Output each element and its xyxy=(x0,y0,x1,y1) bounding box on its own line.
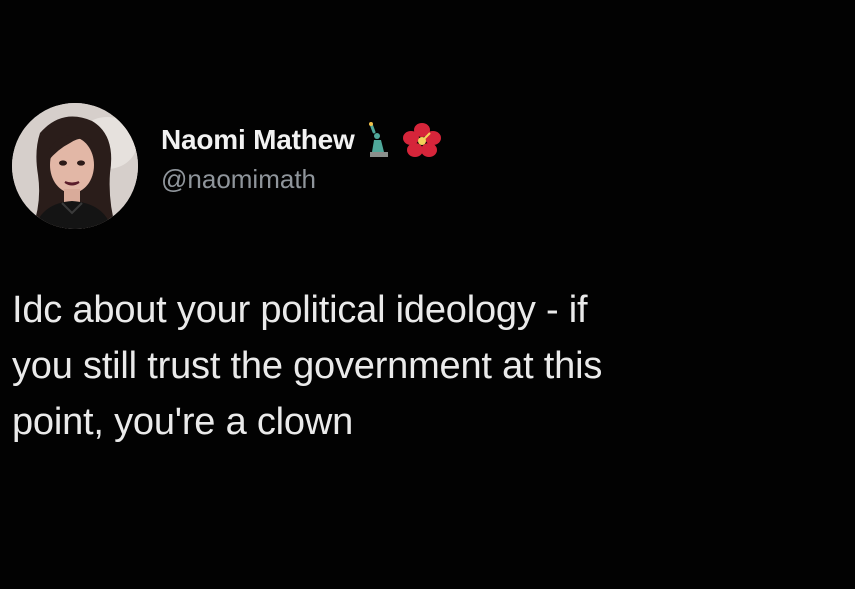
author-block: Naomi Mathew @naomimath xyxy=(161,122,441,195)
avatar-photo xyxy=(12,103,138,229)
tweet-text: Idc about your political ideology - if y… xyxy=(12,289,603,443)
statue-of-liberty-icon xyxy=(367,122,391,158)
author-display-name[interactable]: Naomi Mathew xyxy=(161,124,355,156)
hibiscus-flower-icon xyxy=(402,122,441,158)
tweet-card: Naomi Mathew @naomimath Idc about your p… xyxy=(0,0,855,589)
avatar[interactable] xyxy=(12,103,138,229)
author-name-row: Naomi Mathew xyxy=(161,122,441,158)
author-handle[interactable]: @naomimath xyxy=(161,164,441,195)
